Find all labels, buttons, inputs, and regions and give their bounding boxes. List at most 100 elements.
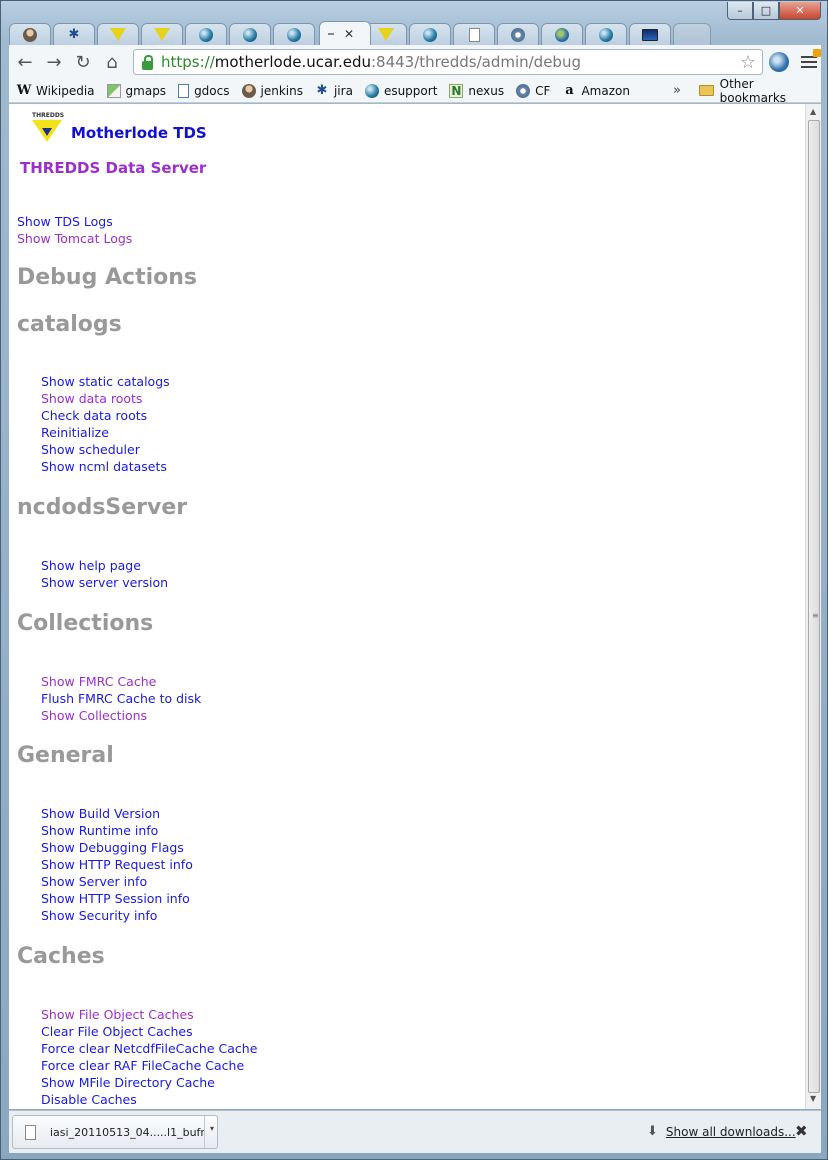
bookmark-jenkins[interactable]: jenkins	[241, 83, 303, 98]
tab-person[interactable]	[9, 23, 51, 45]
tab-gear[interactable]	[497, 23, 539, 45]
download-menu-chevron-icon[interactable]: ▾	[210, 1124, 214, 1133]
link-show-debugging-flags[interactable]: Show Debugging Flags	[41, 839, 193, 856]
link-show-file-object-caches[interactable]: Show File Object Caches	[41, 1006, 257, 1023]
bookmark-gdocs[interactable]: gdocs	[178, 83, 230, 98]
bookmark-cf[interactable]: CF	[516, 83, 550, 98]
bookmark-amazon[interactable]: a Amazon	[562, 83, 630, 98]
menu-icon[interactable]	[801, 49, 821, 69]
link-show-mfile-directory-cache[interactable]: Show MFile Directory Cache	[41, 1074, 257, 1091]
minimize-button[interactable]: –	[727, 2, 753, 20]
gear-icon	[511, 27, 525, 42]
scrollbar-thumb[interactable]: ≡	[808, 120, 820, 1093]
bookmark-label: Amazon	[581, 83, 630, 98]
scroll-up-icon[interactable]: ▲	[810, 107, 816, 116]
tab-page[interactable]	[453, 23, 495, 45]
tab-active[interactable]: ✕	[319, 21, 371, 45]
link-clear-file-object-caches[interactable]: Clear File Object Caches	[41, 1023, 257, 1040]
thredds-icon	[110, 28, 126, 41]
collections-links: Show FMRC Cache Flush FMRC Cache to disk…	[41, 673, 201, 724]
forward-button[interactable]: →	[41, 49, 67, 75]
tab-earth[interactable]	[541, 23, 583, 45]
bookmark-nexus[interactable]: Nnexus	[449, 83, 505, 98]
close-window-button[interactable]: ✕	[779, 2, 821, 20]
link-check-data-roots[interactable]: Check data roots	[41, 407, 170, 424]
link-flush-fmrc-cache[interactable]: Flush FMRC Cache to disk	[41, 690, 201, 707]
show-all-downloads-link[interactable]: ⬇ Show all downloads...	[647, 1124, 796, 1139]
link-force-clear-raf-cache[interactable]: Force clear RAF FileCache Cache	[41, 1057, 257, 1074]
link-force-clear-netcdf-cache[interactable]: Force clear NetcdfFileCache Cache	[41, 1040, 257, 1057]
vertical-scrollbar[interactable]: ▲ ≡ ▼	[805, 104, 821, 1109]
tab-globe-1[interactable]	[185, 23, 227, 45]
link-show-help-page[interactable]: Show help page	[41, 557, 168, 574]
tab-globe-2[interactable]	[229, 23, 271, 45]
link-show-security-info[interactable]: Show Security info	[41, 907, 193, 924]
bookmark-gmaps[interactable]: gmaps	[106, 83, 166, 98]
link-show-tds-logs[interactable]: Show TDS Logs	[17, 214, 132, 231]
tab-thredds-1[interactable]	[97, 23, 139, 45]
bookmark-jira[interactable]: ✱ jira	[315, 83, 353, 98]
url-host: motherlode.ucar.edu	[214, 53, 371, 71]
tab-jira[interactable]: ✱	[53, 23, 95, 45]
bookmark-wikipedia[interactable]: W Wikipedia	[16, 83, 95, 98]
link-show-collections[interactable]: Show Collections	[41, 707, 201, 724]
globe-icon	[364, 83, 379, 98]
extension-globe-icon[interactable]	[769, 52, 789, 72]
link-disable-caches[interactable]: Disable Caches	[41, 1091, 257, 1108]
globe-icon	[199, 27, 213, 42]
docs-icon	[178, 83, 190, 98]
wikipedia-icon: W	[16, 83, 32, 98]
bookmark-esupport[interactable]: esupport	[364, 83, 438, 98]
scroll-down-icon[interactable]: ▼	[810, 1094, 816, 1103]
address-bar[interactable]: https:// motherlode.ucar.edu :8443/thred…	[133, 49, 763, 75]
link-show-tomcat-logs[interactable]: Show Tomcat Logs	[17, 231, 132, 248]
bookmark-label: esupport	[383, 83, 438, 98]
link-show-scheduler[interactable]: Show scheduler	[41, 441, 170, 458]
link-show-server-version[interactable]: Show server version	[41, 574, 168, 591]
link-show-ncml-datasets[interactable]: Show ncml datasets	[41, 458, 170, 475]
thredds-icon	[154, 28, 170, 41]
download-filename: iasi_20110513_04.....l1_bufr	[50, 1125, 205, 1139]
heading-debug-actions: Debug Actions	[17, 265, 197, 290]
other-bookmarks[interactable]: Other bookmarks	[699, 77, 821, 105]
file-icon	[25, 1124, 36, 1140]
catalogs-links: Show static catalogs Show data roots Che…	[41, 373, 170, 475]
tab-screen[interactable]	[629, 23, 671, 45]
log-links: Show TDS Logs Show Tomcat Logs	[17, 214, 132, 247]
gear-icon	[516, 83, 531, 98]
tab-globe-5[interactable]	[585, 23, 627, 45]
link-show-http-session-info[interactable]: Show HTTP Session info	[41, 890, 193, 907]
link-show-runtime-info[interactable]: Show Runtime info	[41, 822, 193, 839]
reload-button[interactable]: ↻	[70, 49, 96, 75]
amazon-icon: a	[565, 83, 574, 98]
heading-collections: Collections	[17, 611, 154, 636]
home-button[interactable]: ⌂	[99, 49, 125, 75]
globe-icon	[243, 27, 257, 42]
tab-thredds-3[interactable]	[365, 23, 407, 45]
new-tab-button[interactable]	[673, 23, 711, 45]
tab-globe-3[interactable]	[273, 23, 315, 45]
tab-thredds-2[interactable]	[141, 23, 183, 45]
tab-globe-4[interactable]	[409, 23, 451, 45]
page-subtitle: THREDDS Data Server	[20, 159, 207, 177]
download-item[interactable]: iasi_20110513_04.....l1_bufr ▾	[12, 1115, 218, 1149]
globe-icon	[287, 27, 301, 42]
link-show-static-catalogs[interactable]: Show static catalogs	[41, 373, 170, 390]
link-show-http-request-info[interactable]: Show HTTP Request info	[41, 856, 193, 873]
link-show-fmrc-cache[interactable]: Show FMRC Cache	[41, 673, 201, 690]
link-reinitialize[interactable]: Reinitialize	[41, 424, 170, 441]
tab-close-icon[interactable]: ✕	[344, 27, 354, 41]
bookmark-label: nexus	[468, 83, 505, 98]
back-button[interactable]: ←	[12, 49, 38, 75]
more-bookmarks-chevron-icon[interactable]: »	[673, 83, 681, 98]
link-show-build-version[interactable]: Show Build Version	[41, 805, 193, 822]
bookmarks-bar: W Wikipedia gmaps gdocs jenkins ✱ jira esu…	[9, 77, 821, 105]
close-downloads-bar-icon[interactable]: ✖	[795, 1122, 808, 1140]
maximize-button[interactable]: □	[753, 2, 779, 20]
link-show-server-info[interactable]: Show Server info	[41, 873, 193, 890]
link-show-data-roots[interactable]: Show data roots	[41, 390, 170, 407]
tab-strip: ✱ ✕	[9, 21, 729, 45]
heading-catalogs: catalogs	[17, 312, 122, 337]
show-all-downloads-label: Show all downloads...	[665, 1124, 796, 1139]
bookmark-star-icon[interactable]: ☆	[740, 52, 756, 73]
